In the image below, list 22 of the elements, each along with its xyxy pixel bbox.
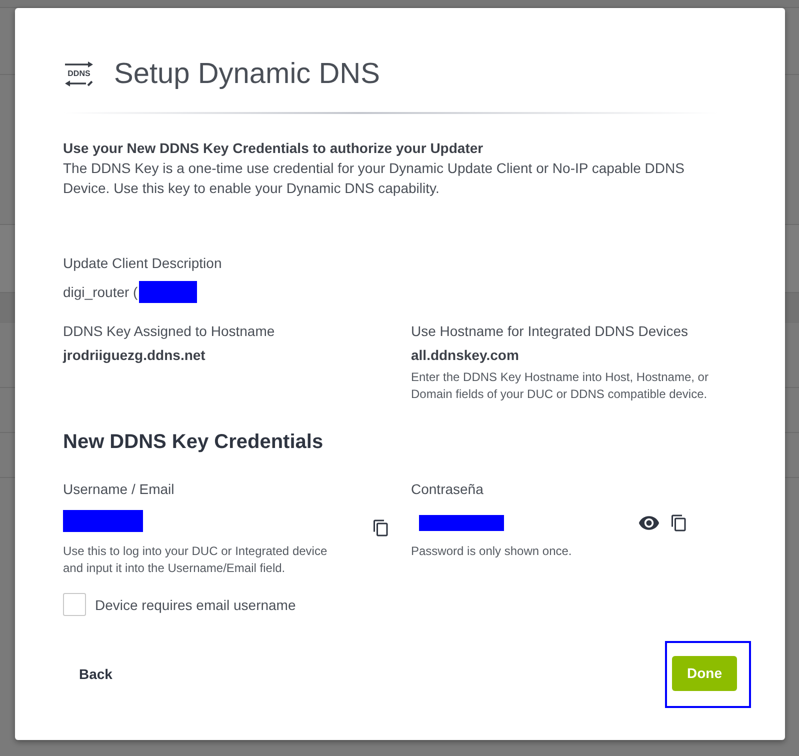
field-value: digi_router ( xyxy=(63,283,138,302)
field-label: Use Hostname for Integrated DDNS Devices xyxy=(411,322,688,341)
section-title: New DDNS Key Credentials xyxy=(63,430,324,455)
hostname-value: all.ddnskey.com xyxy=(411,346,519,365)
checkbox[interactable] xyxy=(63,593,86,616)
dialog-title: Setup Dynamic DNS xyxy=(114,57,380,92)
help-text: Enter the DDNS Key Hostname into Host, Hostname, or Domain fields of your DUC or DDNS compatible device. xyxy=(411,369,710,403)
checkbox-label: Device requires email username xyxy=(95,596,296,614)
copy-icon[interactable] xyxy=(670,513,688,533)
field-label: Contraseña xyxy=(411,480,484,499)
show-password-icon[interactable] xyxy=(638,513,660,533)
intro-text: The DDNS Key is a one-time use credential for your Dynamic Update Client or No-IP capable DDNS Device. Use this key to enable your Dynamic DNS capability. xyxy=(63,159,686,198)
field-label: Username / Email xyxy=(63,480,174,499)
field-label: Update Client Description xyxy=(63,254,222,273)
copy-icon[interactable] xyxy=(372,518,390,538)
intro-heading: Use your New DDNS Key Credentials to authorize your Updater xyxy=(63,139,484,158)
field-label: DDNS Key Assigned to Hostname xyxy=(63,322,275,341)
ddns-logo: DDNS xyxy=(63,55,95,93)
help-text: Use this to log into your DUC or Integrated device and input it into the Username/Email field. xyxy=(63,543,328,577)
hostname-value: jrodriiguezg.ddns.net xyxy=(63,346,206,365)
help-text: Password is only shown once. xyxy=(411,543,572,560)
back-button[interactable]: Back xyxy=(63,657,128,692)
